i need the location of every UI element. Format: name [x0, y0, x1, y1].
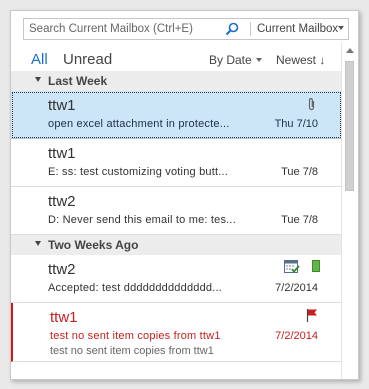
message-date: 7/2/2014 [275, 282, 318, 294]
calendar-accepted-icon [284, 259, 300, 279]
message-sender: ttw1 [48, 145, 76, 162]
collapse-triangle-icon[interactable] [35, 241, 41, 246]
message-item[interactable]: ttw1 open excel attachment in protecte..… [11, 91, 342, 139]
chevron-down-icon[interactable] [338, 26, 344, 30]
message-item[interactable]: ttw2 D: Never send this email to me: tes… [11, 187, 342, 235]
group-label: Last Week [48, 74, 108, 88]
paperclip-icon [307, 97, 316, 116]
search-box[interactable]: Current Mailbox [23, 18, 349, 40]
message-subject: Accepted: test dddddddddddddd... [48, 282, 222, 294]
sort-by-label: By Date [209, 53, 252, 67]
flag-icon[interactable] [306, 308, 318, 327]
group-header-last-week[interactable]: Last Week [11, 71, 342, 91]
collapse-triangle-icon[interactable] [35, 77, 41, 82]
message-date: Tue 7/8 [281, 166, 318, 178]
search-scope-dropdown[interactable]: Current Mailbox [257, 19, 338, 39]
sort-order-toggle[interactable]: Newest ↓ [276, 53, 325, 67]
message-date: 7/2/2014 [275, 330, 318, 342]
message-date: Tue 7/8 [281, 214, 318, 226]
search-divider [250, 22, 251, 36]
search-icon[interactable] [222, 20, 242, 38]
scrollbar[interactable] [341, 43, 358, 379]
group-header-two-weeks-ago[interactable]: Two Weeks Ago [11, 235, 342, 255]
message-subject: D: Never send this email to me: tes... [48, 214, 236, 226]
message-item[interactable]: ttw1 E: ss: test customizing voting butt… [11, 139, 342, 187]
category-color-icon[interactable] [312, 260, 320, 272]
message-sender: ttw2 [48, 193, 76, 210]
filter-all-tab[interactable]: All [31, 51, 48, 68]
chevron-down-icon [255, 58, 262, 62]
message-sender: ttw1 [48, 97, 76, 114]
search-input[interactable] [29, 19, 209, 39]
scroll-up-arrow-icon[interactable] [346, 48, 354, 53]
message-sender: ttw1 [50, 309, 78, 326]
message-sender: ttw2 [48, 261, 76, 278]
message-item[interactable]: ttw2 Accepted: test dddddddddddddd... 7/… [11, 255, 342, 303]
message-preview: test no sent item copies from ttw1 [50, 345, 214, 357]
sort-by-dropdown[interactable]: By Date [209, 53, 262, 67]
message-subject: E: ss: test customizing voting butt... [48, 166, 229, 178]
message-subject: open excel attachment in protecte... [48, 118, 230, 130]
mail-list-panel: Current Mailbox All Unread By Date Newes… [10, 10, 359, 380]
group-label: Two Weeks Ago [48, 238, 139, 252]
message-date: Thu 7/10 [274, 118, 318, 130]
message-item[interactable]: ttw1 test no sent item copies from ttw1 … [11, 303, 342, 362]
filter-unread-tab[interactable]: Unread [63, 51, 112, 68]
message-subject: test no sent item copies from ttw1 [50, 330, 221, 342]
scrollbar-thumb[interactable] [345, 61, 354, 191]
message-list: Last Week ttw1 open excel attachment in … [11, 71, 342, 379]
search-scope-label: Current Mailbox [257, 23, 339, 35]
